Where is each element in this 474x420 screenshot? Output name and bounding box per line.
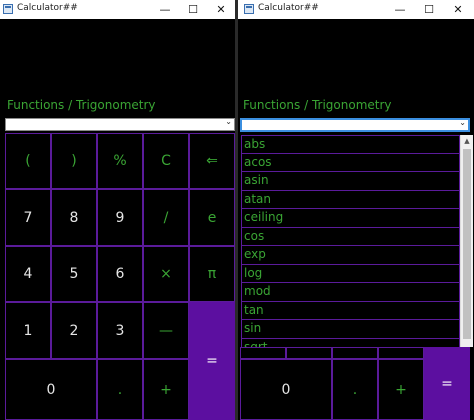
display-area: Functions / Trigonometry xyxy=(0,19,235,119)
partial-button[interactable] xyxy=(332,347,378,359)
maximize-icon[interactable]: ☐ xyxy=(179,0,207,19)
divide-button[interactable]: / xyxy=(143,189,189,246)
decimal-point-button[interactable]: . xyxy=(332,359,378,420)
window-title: Calculator## xyxy=(258,3,319,13)
eight-button[interactable]: 8 xyxy=(51,189,97,246)
list-item[interactable]: sqrt xyxy=(241,338,460,347)
one-button[interactable]: 1 xyxy=(5,302,51,359)
mode-label: Functions / Trigonometry xyxy=(243,98,392,112)
plus-button[interactable]: + xyxy=(378,359,424,420)
function-dropdown[interactable]: ⌄ xyxy=(5,117,235,131)
list-item[interactable]: exp xyxy=(241,246,460,265)
pi-button[interactable]: π xyxy=(189,246,235,302)
six-button[interactable]: 6 xyxy=(97,246,143,302)
minimize-icon[interactable]: — xyxy=(151,0,179,19)
list-item[interactable]: ceiling xyxy=(241,209,460,228)
close-icon[interactable]: ✕ xyxy=(444,0,472,19)
clear-button[interactable]: C xyxy=(143,133,189,189)
list-item[interactable]: cos xyxy=(241,227,460,246)
title-bar[interactable]: Calculator## — ☐ ✕ xyxy=(0,0,235,19)
title-bar[interactable]: Calculator## — ☐ ✕ xyxy=(238,0,474,19)
list-item[interactable]: abs xyxy=(241,135,460,154)
percent-button[interactable]: % xyxy=(97,133,143,189)
chevron-down-icon: ⌄ xyxy=(459,118,466,127)
window-title: Calculator## xyxy=(17,3,78,13)
chevron-down-icon: ⌄ xyxy=(225,117,232,126)
zero-button[interactable]: 0 xyxy=(5,359,97,420)
five-button[interactable]: 5 xyxy=(51,246,97,302)
function-dropdown[interactable]: ⌄ xyxy=(240,118,470,132)
open-paren-button[interactable]: ( xyxy=(5,133,51,189)
zero-button[interactable]: 0 xyxy=(240,359,332,420)
list-item[interactable]: tan xyxy=(241,301,460,320)
plus-button[interactable]: + xyxy=(143,359,189,420)
list-item[interactable]: sin xyxy=(241,320,460,339)
minimize-icon[interactable]: — xyxy=(386,0,414,19)
chevron-up-icon[interactable]: ▲ xyxy=(461,135,473,147)
scrollbar-thumb[interactable] xyxy=(463,149,471,339)
list-item[interactable]: asin xyxy=(241,172,460,191)
mode-label: Functions / Trigonometry xyxy=(7,98,156,112)
two-button[interactable]: 2 xyxy=(51,302,97,359)
list-item[interactable]: acos xyxy=(241,153,460,172)
list-scrollbar[interactable]: ▲ xyxy=(460,135,473,347)
partial-button[interactable] xyxy=(286,347,332,359)
seven-button[interactable]: 7 xyxy=(5,189,51,246)
display-area: Functions / Trigonometry xyxy=(238,19,474,119)
maximize-icon[interactable]: ☐ xyxy=(415,0,443,19)
equals-button[interactable]: = xyxy=(424,347,470,420)
minus-button[interactable]: — xyxy=(143,302,189,359)
app-icon xyxy=(3,4,13,14)
e-constant-button[interactable]: e xyxy=(189,189,235,246)
close-icon[interactable]: ✕ xyxy=(207,0,235,19)
partial-button[interactable] xyxy=(378,347,424,359)
function-list[interactable]: abs acos asin atan ceiling cos exp log m… xyxy=(241,135,460,347)
nine-button[interactable]: 9 xyxy=(97,189,143,246)
multiply-button[interactable]: × xyxy=(143,246,189,302)
equals-button[interactable]: = xyxy=(189,302,235,420)
backspace-button[interactable]: ⇐ xyxy=(189,133,235,189)
list-item[interactable]: atan xyxy=(241,190,460,209)
partial-button[interactable] xyxy=(240,347,286,359)
decimal-point-button[interactable]: . xyxy=(97,359,143,420)
list-item[interactable]: mod xyxy=(241,283,460,302)
list-item[interactable]: log xyxy=(241,264,460,283)
four-button[interactable]: 4 xyxy=(5,246,51,302)
app-icon xyxy=(244,4,254,14)
close-paren-button[interactable]: ) xyxy=(51,133,97,189)
three-button[interactable]: 3 xyxy=(97,302,143,359)
